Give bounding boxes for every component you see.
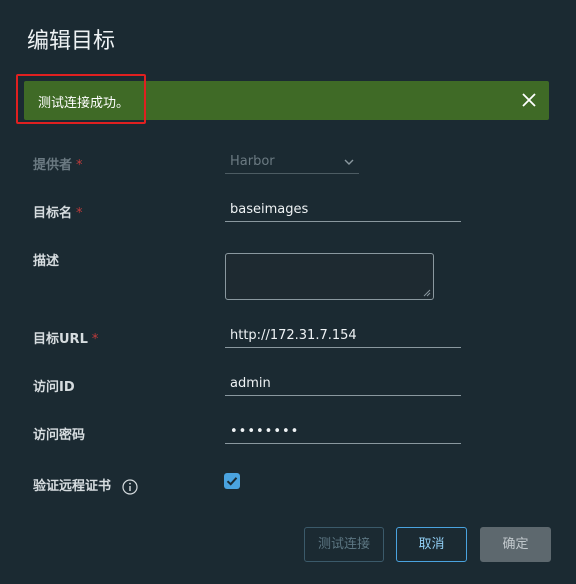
dialog-title: 编辑目标 [27, 29, 116, 54]
target-url-label: 目标URL * [33, 332, 99, 347]
description-textarea[interactable] [225, 253, 434, 300]
cancel-button[interactable]: 取消 [396, 527, 467, 562]
access-id-input[interactable]: admin [225, 374, 461, 396]
required-mark: * [91, 332, 99, 347]
required-mark: * [76, 206, 83, 221]
close-icon[interactable] [519, 90, 539, 110]
resize-grip-icon[interactable] [423, 289, 431, 297]
target-url-input[interactable]: http://172.31.7.154 [225, 326, 461, 348]
verify-cert-checkbox[interactable] [224, 473, 240, 489]
required-mark: * [76, 158, 83, 173]
check-icon [226, 477, 238, 486]
access-secret-label: 访问密码 [33, 428, 86, 443]
access-secret-input[interactable]: •••••••• [225, 422, 461, 444]
target-name-input[interactable]: baseimages [225, 200, 461, 222]
provider-select[interactable]: Harbor [225, 152, 359, 174]
edit-target-dialog: 编辑目标 测试连接成功。 提供者 * Harbor 目标名 * baseimages… [0, 0, 576, 584]
ok-button[interactable]: 确定 [480, 527, 551, 562]
description-label: 描述 [33, 254, 60, 269]
info-icon[interactable] [121, 478, 138, 495]
verify-cert-label: 验证远程证书 [33, 475, 138, 495]
provider-value: Harbor [230, 154, 275, 169]
access-id-label: 访问ID [33, 380, 75, 395]
target-name-label: 目标名 * [33, 206, 83, 221]
provider-label: 提供者 * [33, 158, 83, 173]
chevron-down-icon [344, 159, 354, 165]
highlight-box [16, 74, 146, 124]
test-connection-button[interactable]: 测试连接 [304, 527, 384, 562]
